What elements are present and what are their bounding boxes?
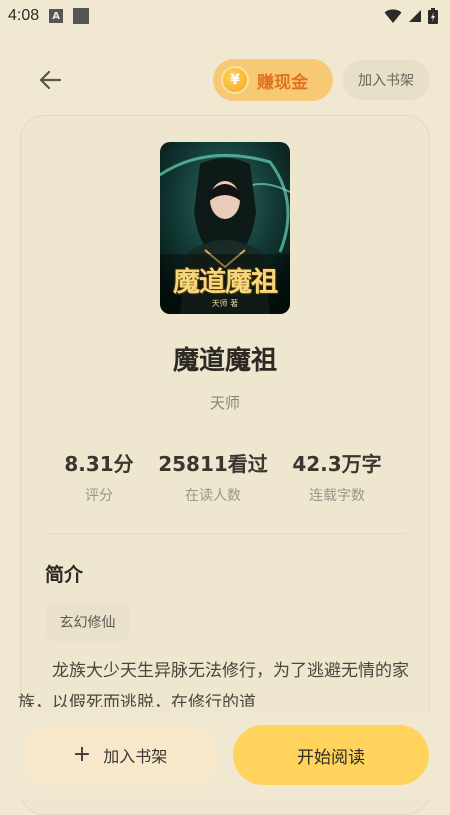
back-button[interactable] xyxy=(30,62,70,98)
cover-author: 天师 著 xyxy=(211,299,239,308)
book-cover: 魔道魔祖 天师 著 xyxy=(160,142,290,314)
intro-heading: 简介 xyxy=(45,564,84,586)
start-reading-button[interactable]: 开始阅读 xyxy=(233,725,429,785)
earn-cash-button[interactable]: ¥ 赚现金 xyxy=(213,59,333,101)
status-bar: 4:08 A xyxy=(0,0,450,32)
stat-readers: 25811看过 在读人数 xyxy=(143,448,283,505)
signal-icon xyxy=(409,10,421,22)
book-title: 魔道魔祖 xyxy=(172,346,277,376)
stat-word-count-value: 42.3万字 xyxy=(292,452,382,476)
stat-word-count: 42.3万字 连载字数 xyxy=(267,448,407,505)
status-time: 4:08 xyxy=(8,7,40,24)
intro-text: 龙族大少天生异脉无法修行，为了逃避无情的家族，以假死而逃脱，在修行的道 xyxy=(18,661,409,707)
notification-a-icon: A xyxy=(49,9,64,23)
coin-icon: ¥ xyxy=(221,66,249,94)
top-bar: ¥ 赚现金 加入书架 xyxy=(0,50,450,110)
stat-readers-label: 在读人数 xyxy=(185,488,241,504)
notification-square-icon xyxy=(73,8,90,24)
stat-readers-value: 25811看过 xyxy=(158,452,268,476)
divider xyxy=(45,533,405,534)
wifi-icon xyxy=(384,9,402,23)
arrow-left-icon xyxy=(39,70,62,90)
add-to-shelf-button[interactable]: + 加入书架 xyxy=(22,725,218,785)
genre-tag[interactable]: 玄幻修仙 xyxy=(45,603,130,641)
battery-icon xyxy=(428,8,438,24)
cover-title: 魔道魔祖 xyxy=(173,267,278,298)
add-to-shelf-top-button[interactable]: 加入书架 xyxy=(342,60,430,100)
book-author: 天师 xyxy=(209,394,240,412)
plus-icon: + xyxy=(72,742,92,767)
add-to-shelf-label: 加入书架 xyxy=(103,747,168,766)
stat-word-count-label: 连载字数 xyxy=(309,488,365,504)
earn-cash-label: 赚现金 xyxy=(257,72,308,93)
